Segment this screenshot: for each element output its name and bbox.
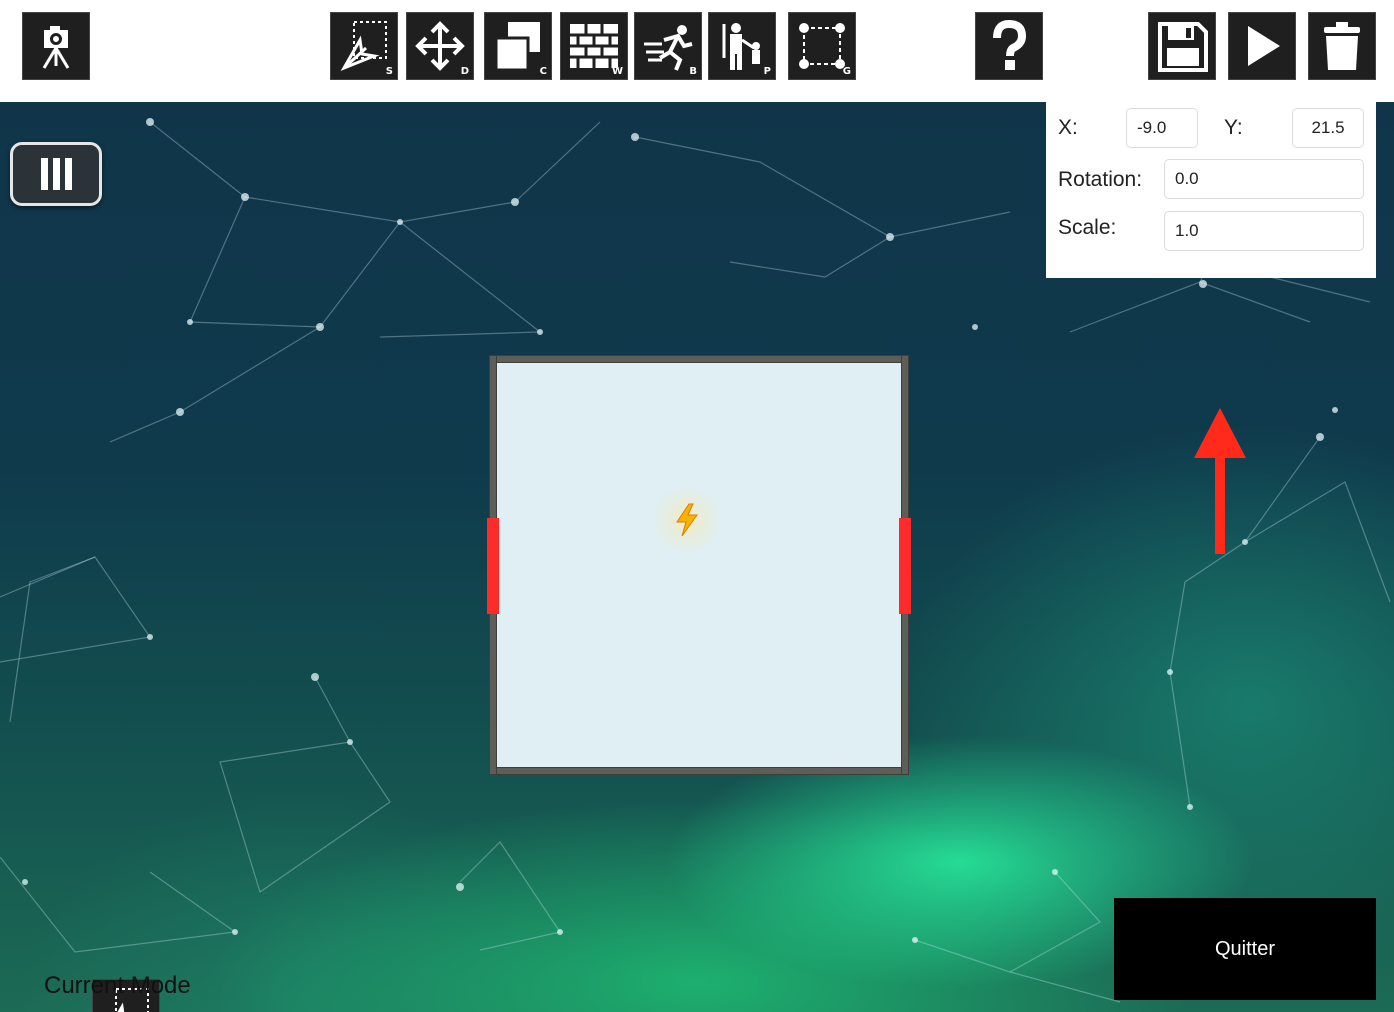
lightning-icon[interactable] — [652, 485, 722, 555]
x-input[interactable] — [1126, 108, 1198, 148]
play-button[interactable] — [1228, 12, 1296, 80]
menu-bars-icon — [41, 158, 72, 190]
room-wall-top[interactable] — [489, 355, 909, 363]
play-icon — [1248, 26, 1280, 66]
properties-panel: X: Y: Rotation: Scale: — [1046, 102, 1376, 278]
mode-key-label: S — [385, 66, 393, 77]
select-icon — [340, 21, 387, 71]
arrow-up-indicator — [1194, 408, 1246, 554]
camera-tripod-icon — [42, 26, 70, 69]
mode-key-label: G — [842, 66, 851, 77]
door-left[interactable] — [487, 518, 499, 614]
scale-input[interactable] — [1164, 211, 1364, 251]
mode-wall-button[interactable]: W — [560, 12, 628, 80]
person-icon — [722, 23, 760, 70]
move-icon — [415, 21, 465, 71]
y-input[interactable] — [1292, 108, 1364, 148]
mode-key-label: W — [611, 66, 623, 77]
current-mode-label: Current Mode — [44, 972, 191, 999]
group-icon — [799, 23, 845, 69]
trash-icon — [1324, 22, 1360, 70]
save-button[interactable] — [1148, 12, 1216, 80]
mode-key-label: D — [460, 66, 469, 77]
menu-toggle-button[interactable] — [10, 142, 102, 206]
toolbar: S D C W B P G — [0, 0, 1394, 102]
room-object[interactable] — [487, 355, 911, 775]
delete-button[interactable] — [1308, 12, 1376, 80]
mode-select-button[interactable]: S — [330, 12, 398, 80]
mode-key-label: C — [539, 66, 547, 77]
mode-move-button[interactable]: D — [406, 12, 474, 80]
mode-person-button[interactable]: P — [708, 12, 776, 80]
runner-icon — [644, 25, 693, 71]
scale-label: Scale: — [1058, 216, 1117, 239]
help-button[interactable] — [975, 12, 1043, 80]
room-wall-bottom[interactable] — [489, 767, 909, 775]
mode-key-label: P — [763, 66, 771, 77]
help-icon — [993, 19, 1027, 70]
mode-copy-button[interactable]: C — [484, 12, 552, 80]
mode-group-button[interactable]: G — [788, 12, 856, 80]
mode-runner-button[interactable]: B — [634, 12, 702, 80]
save-icon — [1158, 22, 1208, 72]
copy-icon — [494, 22, 540, 72]
rotation-label: Rotation: — [1058, 168, 1143, 191]
camera-button[interactable] — [22, 12, 90, 80]
room-floor — [495, 363, 901, 767]
y-label: Y: — [1224, 116, 1243, 139]
mode-key-label: B — [689, 66, 697, 77]
door-right[interactable] — [899, 518, 911, 614]
rotation-input[interactable] — [1164, 159, 1364, 199]
quit-button[interactable]: Quitter — [1114, 898, 1376, 1000]
x-label: X: — [1058, 116, 1078, 139]
